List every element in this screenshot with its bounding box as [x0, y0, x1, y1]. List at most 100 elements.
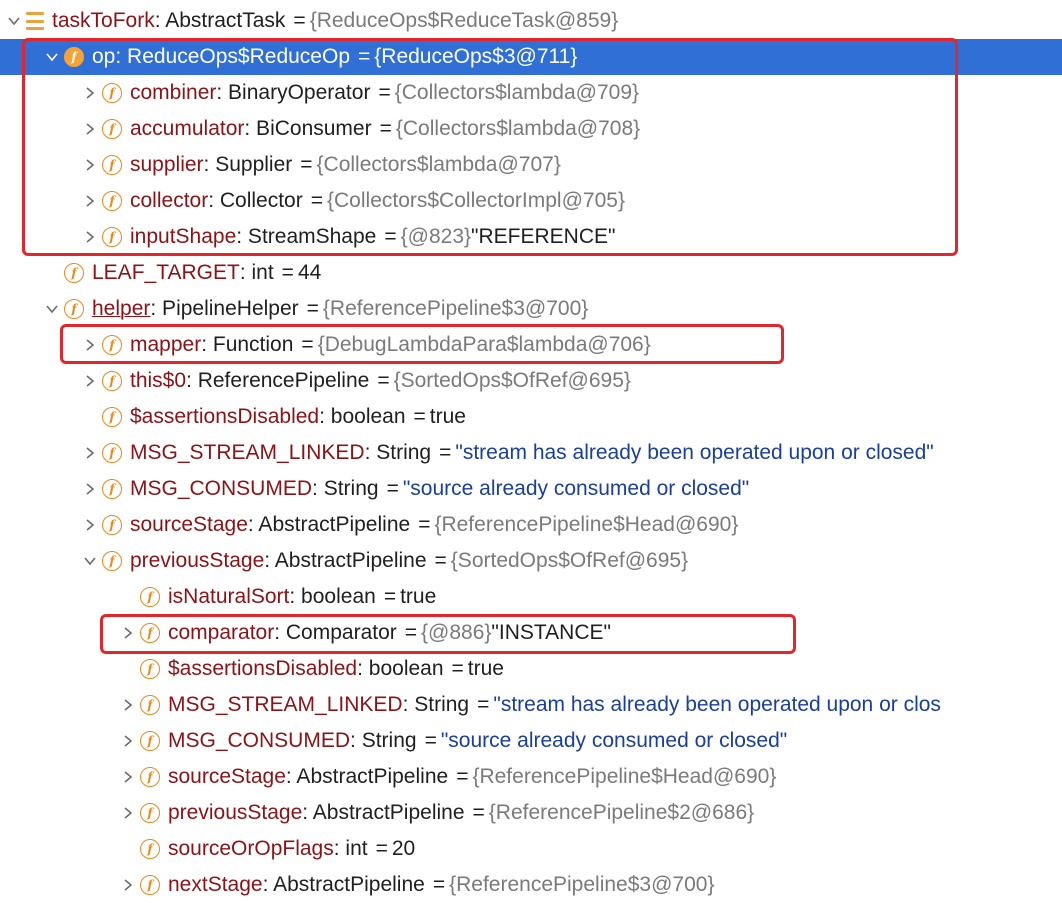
tree-row[interactable]: f $assertionsDisabled: boolean = true	[0, 651, 1062, 687]
tree-row[interactable]: f nextStage: AbstractPipeline = {ReferenceP…	[0, 867, 1062, 903]
tree-row[interactable]: f inputShape: StreamShape = {@823} "REFEREN…	[0, 219, 1062, 255]
chevron-down-icon[interactable]	[40, 291, 64, 327]
field-name: previousStage	[130, 549, 265, 572]
tree-row[interactable]: f op: ReduceOps$ReduceOp = {ReduceOps$3@711…	[0, 39, 1062, 75]
chevron-right-icon[interactable]	[116, 723, 140, 759]
tree-row[interactable]: f combiner: BinaryOperator = {Collectors$la…	[0, 75, 1062, 111]
chevron-right-icon[interactable]	[78, 183, 102, 219]
chevron-right-icon[interactable]	[78, 111, 102, 147]
field-type: : String	[312, 477, 379, 500]
tree-row[interactable]: f $assertionsDisabled: boolean = true	[0, 399, 1062, 435]
equals-sign: =	[439, 441, 452, 464]
field-type: : ReduceOps$ReduceOp	[115, 45, 350, 68]
field-name: MSG_STREAM_LINKED	[168, 693, 403, 716]
chevron-right-icon[interactable]	[116, 615, 140, 651]
equals-sign: =	[383, 585, 397, 608]
field-name: $assertionsDisabled	[168, 657, 358, 680]
tree-row[interactable]: f this$0: ReferencePipeline = {SortedOps$Of…	[0, 363, 1062, 399]
field-type: : AbstractPipeline	[302, 801, 465, 824]
field-name: sourceStage	[168, 765, 286, 788]
equals-sign: =	[281, 261, 294, 284]
tree-row[interactable]: f collector: Collector = {Collectors$Collec…	[0, 183, 1062, 219]
tree-row[interactable]: f sourceStage: AbstractPipeline = {Referenc…	[0, 507, 1062, 543]
equals-sign: =	[404, 621, 418, 644]
chevron-right-icon[interactable]	[78, 471, 102, 507]
equals-sign: =	[386, 477, 399, 500]
equals-sign: =	[379, 117, 392, 140]
field-type: : BiConsumer	[244, 117, 372, 140]
object-reference: {Collectors$lambda@707}	[316, 153, 561, 176]
tree-expander-spacer	[78, 399, 102, 435]
chevron-right-icon[interactable]	[78, 435, 102, 471]
field-badge: f	[140, 875, 160, 895]
tree-row[interactable]: f MSG_CONSUMED: String = "source already co…	[0, 723, 1062, 759]
chevron-right-icon[interactable]	[78, 507, 102, 543]
chevron-right-icon[interactable]	[78, 219, 102, 255]
equals-sign: =	[477, 693, 490, 716]
field-value: true	[429, 405, 466, 428]
field-badge: f	[64, 263, 84, 283]
chevron-right-icon[interactable]	[116, 795, 140, 831]
chevron-right-icon[interactable]	[78, 327, 102, 363]
field-value: "source already consumed or closed"	[402, 477, 750, 500]
tree-expander-spacer	[116, 579, 140, 615]
chevron-down-icon[interactable]	[78, 543, 102, 579]
object-reference: {ReferencePipeline$3@700}	[449, 873, 715, 896]
chevron-right-icon[interactable]	[78, 147, 102, 183]
chevron-right-icon[interactable]	[116, 687, 140, 723]
field-icon: f	[140, 839, 160, 859]
field-type: : boolean	[289, 585, 376, 608]
chevron-right-icon[interactable]	[116, 867, 140, 903]
tree-row[interactable]: f isNaturalSort: boolean = true	[0, 579, 1062, 615]
equals-sign: =	[434, 549, 447, 572]
tree-row[interactable]: f sourceStage: AbstractPipeline = {Referenc…	[0, 759, 1062, 795]
field-type: : Function	[201, 333, 294, 356]
tree-row[interactable]: f MSG_STREAM_LINKED: String = "stream has a…	[0, 687, 1062, 723]
chevron-down-icon[interactable]	[2, 3, 26, 39]
field-icon: f	[102, 155, 122, 175]
field-name: LEAF_TARGET	[92, 261, 240, 284]
tree-row[interactable]: f LEAF_TARGET: int = 44	[0, 255, 1062, 291]
field-icon: f	[102, 191, 122, 211]
field-name: isNaturalSort	[168, 585, 290, 608]
field-value: "stream has already been operated upon o…	[493, 693, 941, 716]
field-badge: f	[140, 587, 160, 607]
field-badge: f	[102, 155, 122, 175]
tree-row[interactable]: f helper: PipelineHelper = {ReferencePipeli…	[0, 291, 1062, 327]
field-value: "REFERENCE"	[471, 225, 616, 248]
field-name: sourceOrOpFlags	[168, 837, 334, 860]
object-reference: {ReferencePipeline$3@700}	[322, 297, 589, 320]
tree-row[interactable]: f previousStage: AbstractPipeline = {Refere…	[0, 795, 1062, 831]
field-badge: f	[102, 551, 122, 571]
field-name: previousStage	[168, 801, 303, 824]
debugger-variables-tree: taskToFork: AbstractTask = {ReduceOps$Redu…	[0, 0, 1062, 896]
equals-sign: =	[384, 225, 397, 248]
field-value: 44	[297, 261, 322, 284]
field-badge: f	[64, 299, 84, 319]
chevron-down-icon[interactable]	[40, 39, 64, 75]
tree-row[interactable]: f mapper: Function = {DebugLambdaPara$lambd…	[0, 327, 1062, 363]
tree-row[interactable]: f previousStage: AbstractPipeline = {Sorted…	[0, 543, 1062, 579]
object-reference: {ReduceOps$ReduceTask@859}	[309, 9, 619, 32]
tree-row[interactable]: f comparator: Comparator = {@886} "INSTANCE…	[0, 615, 1062, 651]
field-icon: f	[102, 83, 122, 103]
tree-row[interactable]: f accumulator: BiConsumer = {Collectors$lam…	[0, 111, 1062, 147]
equals-sign: =	[378, 81, 391, 104]
field-badge: f	[102, 191, 122, 211]
chevron-right-icon[interactable]	[78, 75, 102, 111]
tree-row[interactable]: f supplier: Supplier = {Collectors$lambda@7…	[0, 147, 1062, 183]
field-type: : AbstractPipeline	[285, 765, 449, 788]
chevron-right-icon[interactable]	[78, 363, 102, 399]
object-reference: {ReferencePipeline$Head@690}	[434, 513, 739, 536]
field-badge: f	[140, 731, 160, 751]
tree-row[interactable]: f sourceOrOpFlags: int = 20	[0, 831, 1062, 867]
equals-sign: =	[377, 369, 390, 392]
field-icon: f	[140, 623, 160, 643]
tree-row[interactable]: f MSG_STREAM_LINKED: String = "stream has a…	[0, 435, 1062, 471]
list-icon	[26, 12, 44, 30]
chevron-right-icon[interactable]	[116, 759, 140, 795]
field-type: : String	[364, 441, 432, 464]
tree-row[interactable]: f MSG_CONSUMED: String = "source already co…	[0, 471, 1062, 507]
object-reference: {Collectors$CollectorImpl@705}	[327, 189, 625, 212]
tree-row[interactable]: taskToFork: AbstractTask = {ReduceOps$Redu…	[0, 3, 1062, 39]
